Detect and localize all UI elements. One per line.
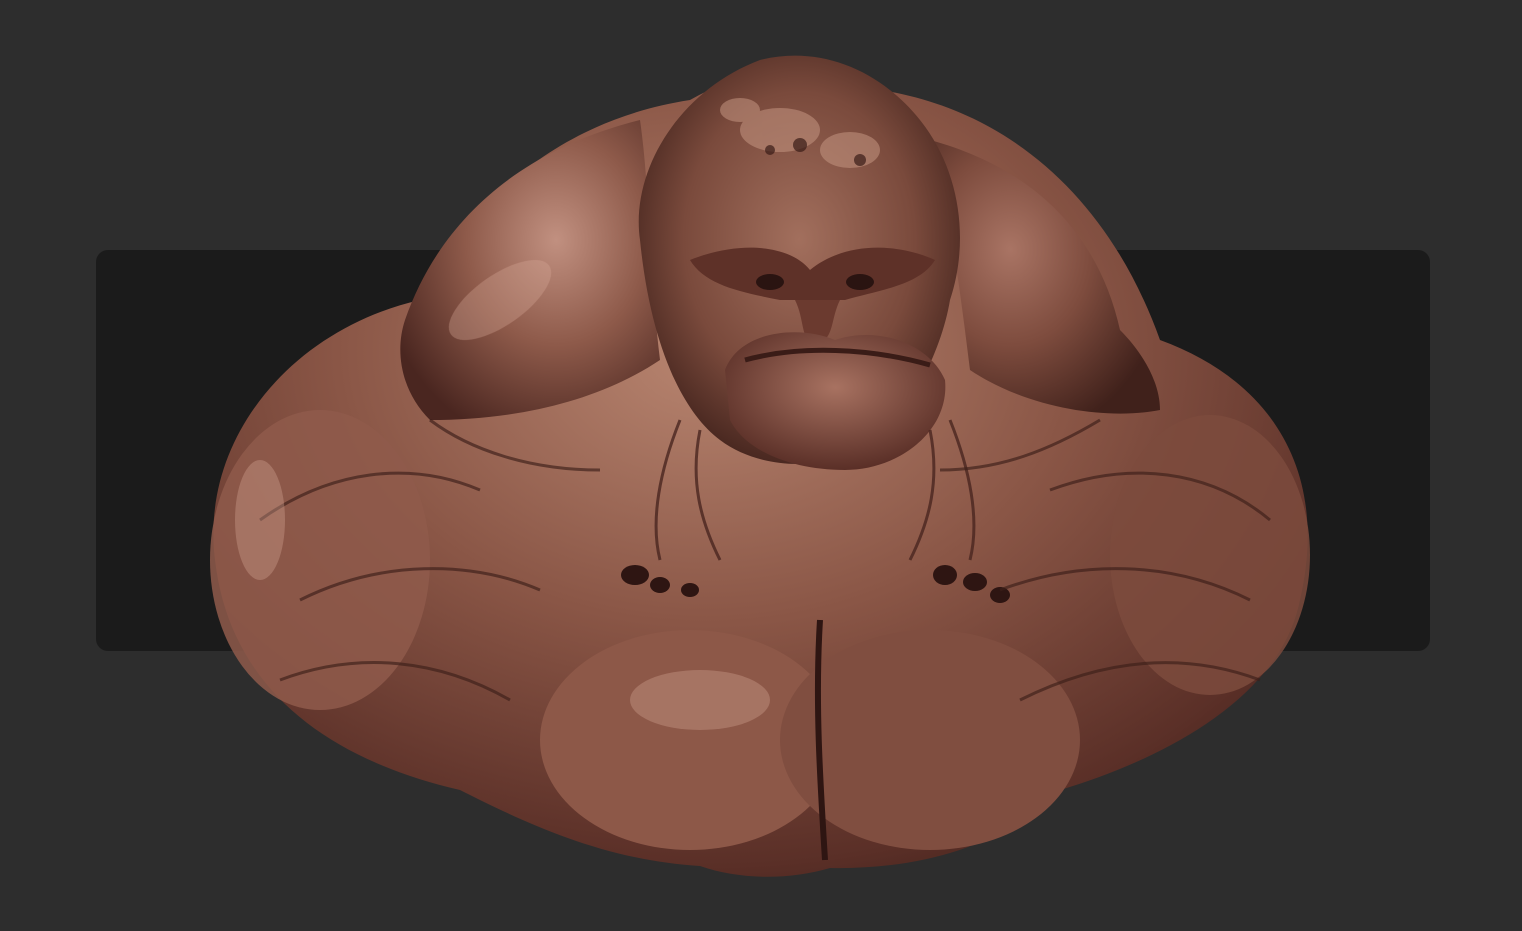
right-eye (846, 274, 874, 290)
right-deltoid (1110, 415, 1310, 695)
creature-bust-render (210, 55, 1310, 877)
left-eye (756, 274, 784, 290)
